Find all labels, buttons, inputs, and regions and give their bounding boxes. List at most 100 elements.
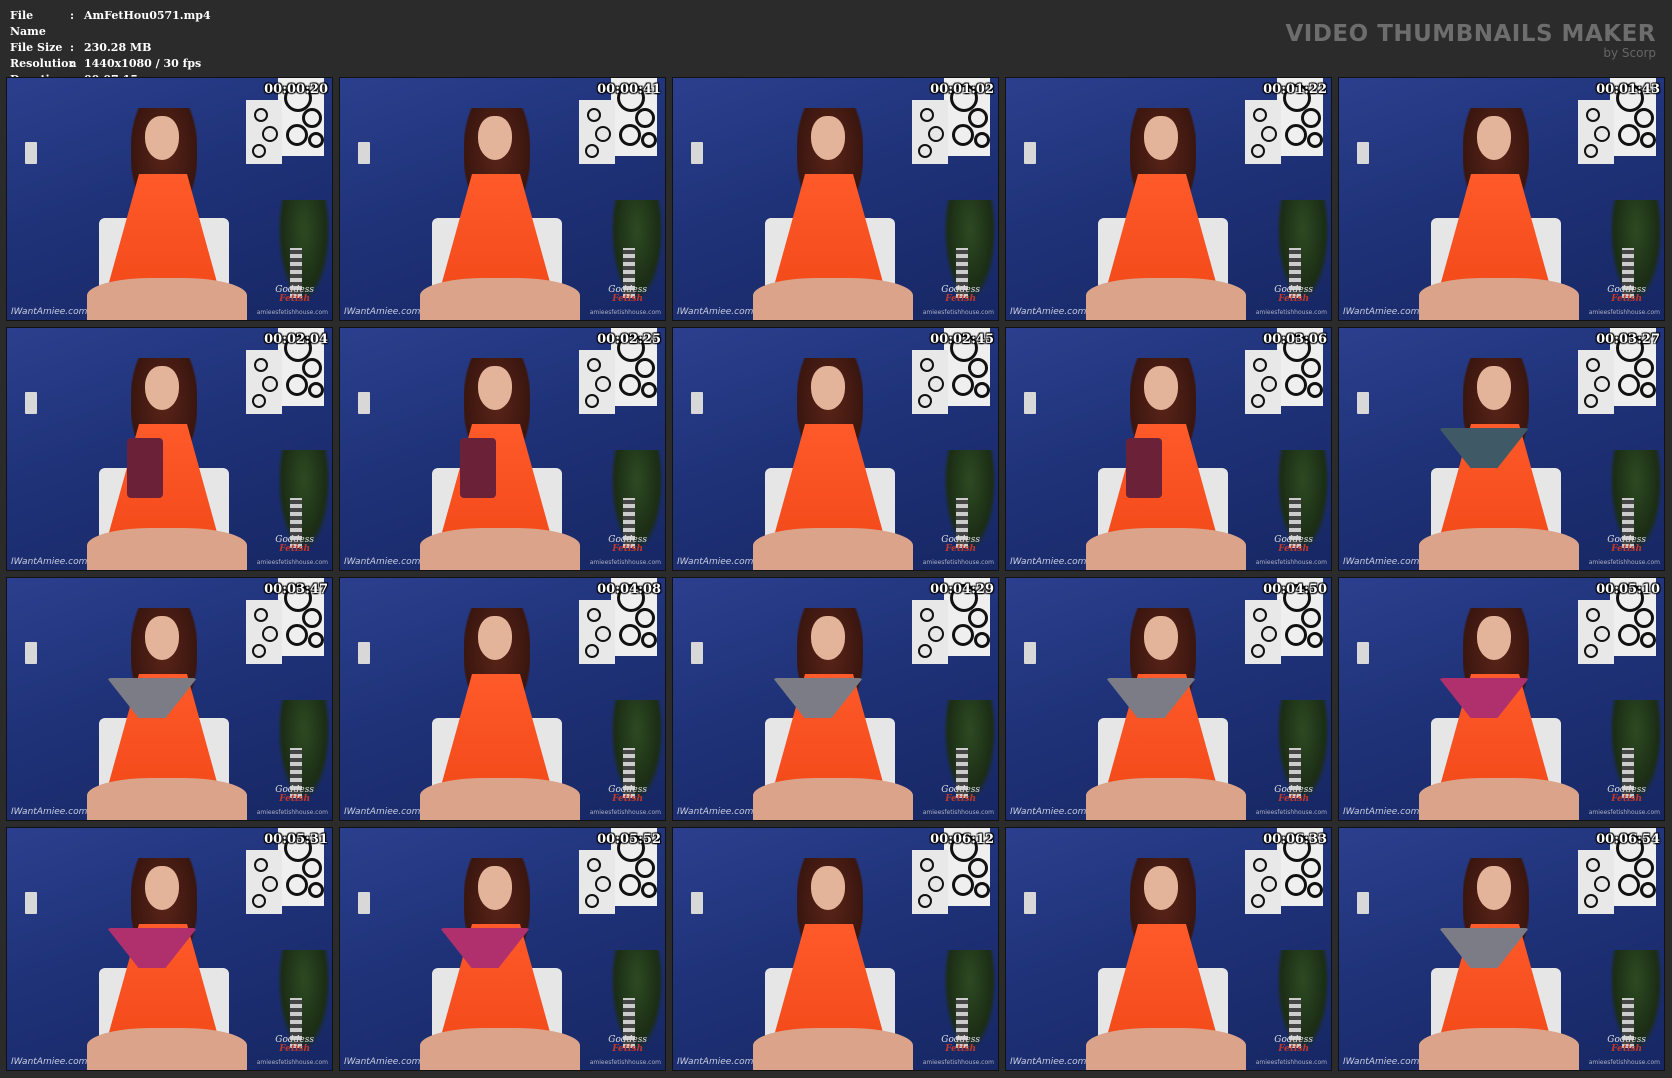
- wall-art-circle: [308, 132, 324, 148]
- held-garment: [1126, 438, 1162, 498]
- watermark-logo-line2: Fetish: [279, 544, 311, 554]
- wall-art-circle: [641, 132, 657, 148]
- person-face: [478, 116, 512, 160]
- wall-switch: [1024, 392, 1036, 414]
- wall-art-circle: [587, 358, 601, 372]
- watermark-right: amieesfetishhouse.com: [256, 309, 328, 316]
- wall-art-circle: [1640, 132, 1656, 148]
- wall-art-circle: [1285, 374, 1307, 396]
- watermark-logo: Goddess Fetish: [275, 286, 314, 304]
- wall-art-circle: [262, 626, 278, 642]
- wall-switch: [1024, 142, 1036, 164]
- wall-art-small: [1245, 600, 1281, 664]
- person-face: [811, 866, 845, 910]
- wall-switch: [1357, 892, 1369, 914]
- person-face: [1144, 366, 1178, 410]
- wall-art-circle: [1634, 858, 1654, 878]
- wall-art-circle: [952, 124, 974, 146]
- watermark-logo: Goddess Fetish: [275, 786, 314, 804]
- wall-art-small: [246, 600, 282, 664]
- wall-art-circle: [1301, 108, 1321, 128]
- wall-art-circle: [952, 624, 974, 646]
- wall-art-small: [1245, 350, 1281, 414]
- wall-art-circle: [302, 608, 322, 628]
- wall-art-circle: [252, 394, 266, 408]
- watermark-logo-line2: Fetish: [945, 1044, 977, 1054]
- video-thumbnail: 00:01:43 IWantAmiee.com Goddess Fetish amiee…: [1338, 77, 1665, 321]
- wall-art-circle: [302, 858, 322, 878]
- video-thumbnail: 00:03:27 IWantAmiee.com Goddess Fetish amiee…: [1338, 327, 1665, 571]
- watermark-logo: Goddess Fetish: [1607, 536, 1646, 554]
- wall-art-circle: [1594, 626, 1610, 642]
- person-face: [1477, 366, 1511, 410]
- wall-art-circle: [302, 108, 322, 128]
- thumbnail-grid: 00:00:20 IWantAmiee.com Goddess Fetish amiee…: [6, 77, 1666, 1072]
- watermark-logo: Goddess Fetish: [608, 536, 647, 554]
- wall-art-circle: [1285, 124, 1307, 146]
- wall-art-circle: [974, 882, 990, 898]
- video-thumbnail: 00:01:22 IWantAmiee.com Goddess Fetish amiee…: [1005, 77, 1332, 321]
- info-row-file-size: File Size : 230.28 MB: [10, 40, 211, 56]
- watermark-left: IWantAmiee.com: [1343, 807, 1420, 817]
- wall-art-circle: [252, 144, 266, 158]
- watermark-logo-line2: Fetish: [1611, 294, 1643, 304]
- watermark-right: amieesfetishhouse.com: [922, 559, 994, 566]
- wall-art-circle: [1586, 108, 1600, 122]
- wall-art-small: [579, 850, 615, 914]
- wall-art-circle: [252, 644, 266, 658]
- watermark-right: amieesfetishhouse.com: [922, 809, 994, 816]
- watermark-logo-line2: Fetish: [1278, 794, 1310, 804]
- wall-art-circle: [1634, 358, 1654, 378]
- watermark-logo: Goddess Fetish: [608, 1036, 647, 1054]
- watermark-left: IWantAmiee.com: [1343, 1057, 1420, 1067]
- thumbnail-timestamp: 00:06:12: [930, 832, 994, 847]
- wall-art-circle: [918, 894, 932, 908]
- watermark-logo: Goddess Fetish: [275, 536, 314, 554]
- wall-art-circle: [1584, 644, 1598, 658]
- wall-switch: [691, 142, 703, 164]
- wall-art-circle: [619, 374, 641, 396]
- person-face: [1144, 616, 1178, 660]
- wall-art-circle: [1285, 624, 1307, 646]
- thumbnail-timestamp: 00:03:47: [264, 582, 328, 597]
- person-legs: [420, 778, 580, 820]
- thumbnail-timestamp: 00:03:27: [1596, 332, 1660, 347]
- watermark-right: amieesfetishhouse.com: [589, 809, 661, 816]
- watermark-logo: Goddess Fetish: [941, 536, 980, 554]
- person-face: [811, 616, 845, 660]
- watermark-logo: Goddess Fetish: [1607, 1036, 1646, 1054]
- wall-art-small: [246, 100, 282, 164]
- wall-art-circle: [1261, 376, 1277, 392]
- wall-art-circle: [1251, 394, 1265, 408]
- watermark-left: IWantAmiee.com: [344, 557, 421, 567]
- wall-art-small: [1245, 850, 1281, 914]
- watermark-logo-line2: Fetish: [945, 794, 977, 804]
- wall-art-circle: [286, 124, 308, 146]
- video-thumbnail: 00:00:20 IWantAmiee.com Goddess Fetish amiee…: [6, 77, 333, 321]
- watermark-logo-line2: Fetish: [279, 1044, 311, 1054]
- thumbnail-timestamp: 00:00:41: [597, 82, 661, 97]
- wall-art-circle: [1251, 144, 1265, 158]
- wall-art-circle: [619, 124, 641, 146]
- thumbnail-timestamp: 00:05:10: [1596, 582, 1660, 597]
- person-legs: [420, 278, 580, 320]
- wall-art-circle: [952, 874, 974, 896]
- video-thumbnail: 00:05:31 IWantAmiee.com Goddess Fetish amiee…: [6, 827, 333, 1071]
- wall-art-circle: [1307, 632, 1323, 648]
- watermark-left: IWantAmiee.com: [1343, 307, 1420, 317]
- person-legs: [87, 528, 247, 570]
- brand-logo: VIDEO THUMBNAILS MAKER by Scorp: [1285, 22, 1656, 60]
- wall-art-circle: [1640, 882, 1656, 898]
- thumbnail-timestamp: 00:02:25: [597, 332, 661, 347]
- info-separator: :: [70, 41, 75, 54]
- watermark-logo: Goddess Fetish: [608, 286, 647, 304]
- person-legs: [753, 528, 913, 570]
- person-legs: [420, 1028, 580, 1070]
- wall-art-small: [1578, 100, 1614, 164]
- thumbnail-timestamp: 00:04:08: [597, 582, 661, 597]
- wall-art-circle: [619, 624, 641, 646]
- person-legs: [1419, 528, 1579, 570]
- wall-art-circle: [262, 126, 278, 142]
- wall-art-circle: [262, 876, 278, 892]
- thumbnail-timestamp: 00:04:29: [930, 582, 994, 597]
